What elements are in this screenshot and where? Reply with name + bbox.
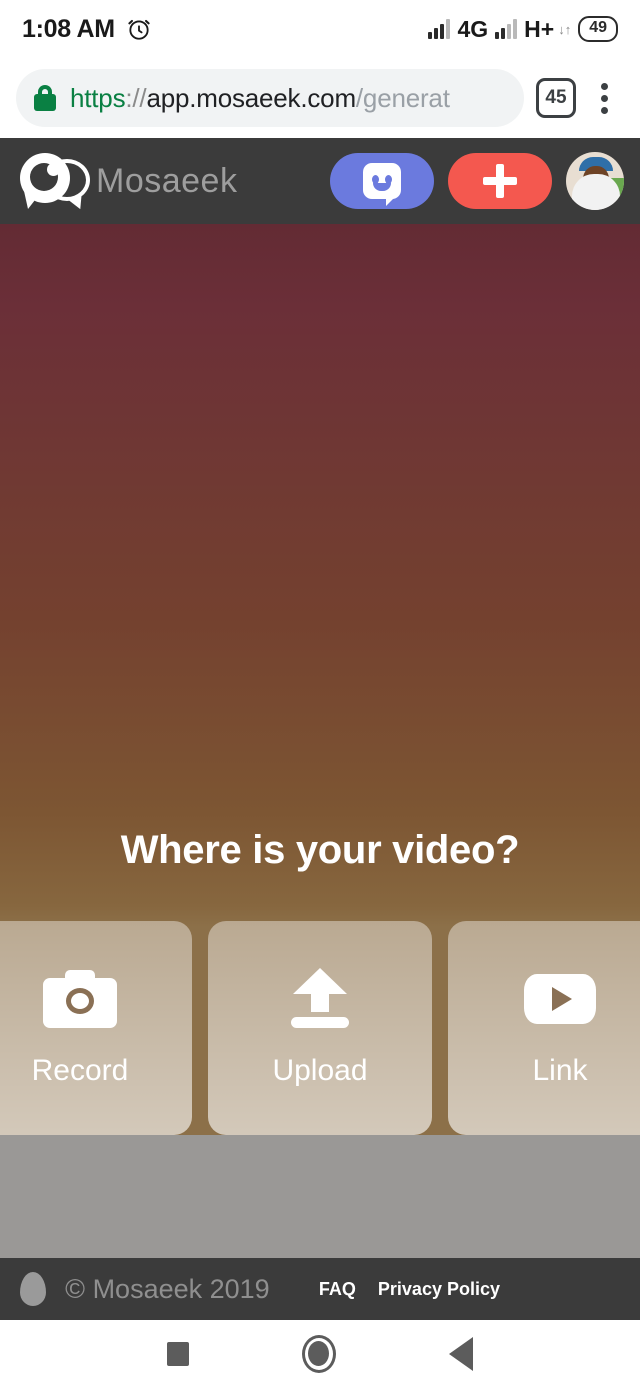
- upload-arrow-icon: [289, 968, 351, 1030]
- url-path: /generat: [355, 82, 450, 113]
- chat-button[interactable]: [330, 153, 434, 209]
- url-scheme: https: [70, 82, 126, 113]
- user-avatar[interactable]: [566, 152, 624, 210]
- kebab-menu-icon[interactable]: [584, 82, 624, 114]
- upload-card[interactable]: Upload: [208, 921, 432, 1135]
- copyright-text: © Mosaeek 2019: [65, 1273, 270, 1304]
- chat-bubble-icon: [363, 163, 401, 206]
- battery-indicator: 49: [578, 16, 618, 42]
- status-bar-left: 1:08 AM: [22, 15, 152, 44]
- clock-time: 1:08 AM: [22, 14, 115, 43]
- link-card[interactable]: Link: [448, 921, 640, 1135]
- signal-bars-sim1: [428, 19, 451, 39]
- url-text: https://app.mosaeek.com/generat: [70, 83, 450, 114]
- page-footer: © Mosaeek 2019 FAQ Privacy Policy: [0, 1258, 640, 1320]
- tab-counter-button[interactable]: 45: [536, 78, 576, 118]
- network-type-2-label: H+: [524, 15, 555, 42]
- faq-link[interactable]: FAQ: [319, 1279, 356, 1300]
- mosaeek-speech-bubbles-logo: [16, 151, 90, 212]
- upload-card-label: Upload: [272, 1054, 368, 1087]
- lock-icon: [34, 85, 56, 111]
- app-header-actions: [330, 152, 624, 210]
- main-content: Where is your video? Record Upload Link: [0, 224, 640, 1387]
- footer-links: FAQ Privacy Policy: [319, 1279, 500, 1300]
- address-bar[interactable]: https://app.mosaeek.com/generat: [16, 69, 524, 127]
- camera-icon: [43, 968, 117, 1030]
- status-bar-right: 4G H+ ↓↑ 49: [428, 16, 618, 43]
- signal-bars-sim2: [495, 19, 518, 39]
- data-activity-icon: ↓↑: [558, 21, 572, 37]
- url-host: app.mosaeek.com: [146, 82, 356, 113]
- privacy-policy-link[interactable]: Privacy Policy: [378, 1279, 500, 1300]
- page-title: Where is your video?: [120, 828, 520, 872]
- source-options-row: Record Upload Link: [0, 921, 640, 1135]
- record-card-label: Record: [31, 1054, 129, 1087]
- brand-name: Mosaeek: [96, 161, 238, 200]
- status-bar: 1:08 AM 4G H+ ↓↑ 49: [0, 0, 640, 58]
- android-nav-bar: [0, 1320, 640, 1387]
- record-card[interactable]: Record: [0, 921, 192, 1135]
- circle-home-icon[interactable]: [301, 1334, 336, 1373]
- square-recents-icon[interactable]: [166, 1341, 189, 1366]
- network-type-label: 4G: [457, 15, 489, 42]
- play-button-icon: [524, 968, 596, 1030]
- plus-icon: [483, 164, 517, 198]
- link-card-label: Link: [532, 1054, 588, 1087]
- browser-toolbar: https://app.mosaeek.com/generat 45: [0, 58, 640, 138]
- add-button[interactable]: [448, 153, 552, 209]
- alarm-clock-icon: [128, 19, 150, 40]
- brand-logo-group[interactable]: Mosaeek: [16, 151, 238, 212]
- url-separator: ://: [125, 82, 147, 113]
- app-header: Mosaeek: [0, 138, 640, 224]
- phone-screen: 1:08 AM 4G H+ ↓↑ 49 https://app.mosaeek.…: [0, 0, 640, 1387]
- triangle-back-icon[interactable]: [449, 1336, 474, 1371]
